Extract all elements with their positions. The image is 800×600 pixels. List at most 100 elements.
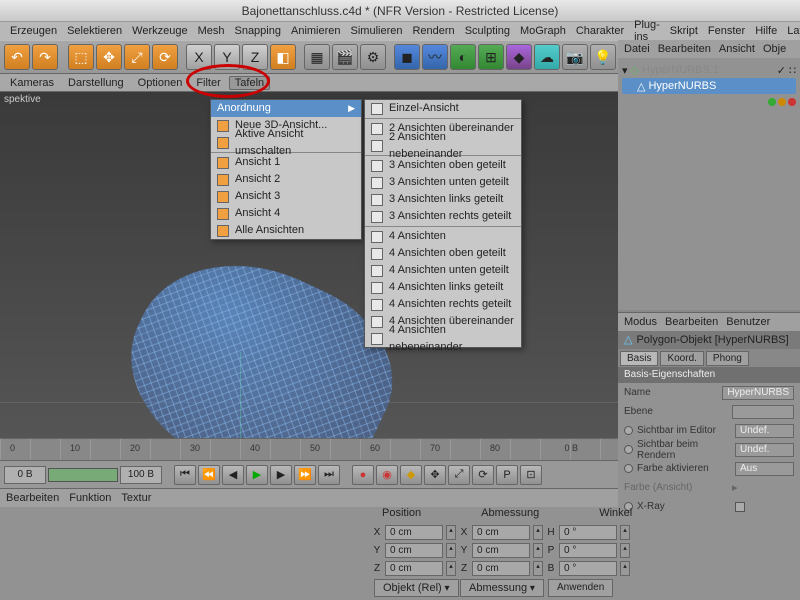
mi-anordnung[interactable]: Anordnung▶ [211,100,361,117]
rotate-tool[interactable]: ⟳ [152,44,178,70]
ap-tab-bearbeiten[interactable]: Bearbeiten [665,316,718,328]
tree-tags[interactable] [622,94,796,110]
pos-x-field[interactable]: 0 cm [385,525,443,540]
next-frame-button[interactable]: ▶ [270,465,292,485]
mi-ansicht4[interactable]: Ansicht 4 [211,205,361,222]
sm-3-rechts[interactable]: 3 Ansichten rechts geteilt [365,208,521,225]
camera-tool[interactable]: 📷 [562,44,588,70]
sm-4-rechts[interactable]: 4 Ansichten rechts geteilt [365,296,521,313]
sm-3-unten[interactable]: 3 Ansichten unten geteilt [365,174,521,191]
axis-z-button[interactable]: Z [242,44,268,70]
tag-green-icon[interactable] [768,98,776,106]
field-ebene[interactable] [732,405,794,419]
key-pla-button[interactable]: ⊡ [520,465,542,485]
timeline-range[interactable] [48,468,118,482]
spinner-icon[interactable]: ▴ [446,525,456,540]
ap-tab-benutzer[interactable]: Benutzer [726,316,770,328]
cb-tab-textur[interactable]: Textur [121,492,151,504]
key-scale-button[interactable]: ⤢ [448,465,470,485]
render-view-button[interactable]: ▦ [304,44,330,70]
tree-row-1[interactable]: △ HyperNURBS [622,78,796,94]
mi-alle-ansichten[interactable]: Alle Ansichten [211,222,361,239]
array-tool[interactable]: ⊞ [478,44,504,70]
cube-primitive[interactable]: ◼ [394,44,420,70]
abmessung-dropdown[interactable]: Abmessung ▾ [460,579,544,597]
om-tab-ansicht[interactable]: Ansicht [719,43,755,55]
ap-tab-modus[interactable]: Modus [624,316,657,328]
menu-erzeugen[interactable]: Erzeugen [6,24,61,38]
menu-simulieren[interactable]: Simulieren [347,24,407,38]
prev-frame-button[interactable]: ◀ [222,465,244,485]
tree-row-0[interactable]: ▾ ◇ HyperNURBS.1 ✓ ∷ [622,62,796,78]
record-button[interactable]: ● [352,465,374,485]
vm-optionen[interactable]: Optionen [132,76,189,90]
cb-tab-funktion[interactable]: Funktion [69,492,111,504]
vm-tafeln[interactable]: Tafeln [229,76,270,90]
key-param-button[interactable]: P [496,465,518,485]
light-tool[interactable]: 💡 [590,44,616,70]
render-settings-button[interactable]: ⚙ [360,44,386,70]
tab-basis[interactable]: Basis [620,351,658,366]
om-tab-datei[interactable]: Datei [624,43,650,55]
anwenden-button[interactable]: Anwenden [548,579,613,597]
select-tool[interactable]: ⬚ [68,44,94,70]
deformer-tool[interactable]: ◆ [506,44,532,70]
menu-sculpting[interactable]: Sculpting [461,24,514,38]
size-z-field[interactable]: 0 cm [472,561,530,576]
expand-icon[interactable]: ▾ [622,64,628,77]
key-pos-button[interactable]: ✥ [424,465,446,485]
radio-render[interactable] [624,445,633,454]
menu-selektieren[interactable]: Selektieren [63,24,126,38]
size-y-field[interactable]: 0 cm [472,543,530,558]
environment-tool[interactable]: ☁ [534,44,560,70]
mi-ansicht3[interactable]: Ansicht 3 [211,188,361,205]
undo-button[interactable]: ↶ [4,44,30,70]
om-tab-obje[interactable]: Obje [763,43,786,55]
sm-4-unten[interactable]: 4 Ansichten unten geteilt [365,262,521,279]
pos-z-field[interactable]: 0 cm [385,561,443,576]
sm-4-oben[interactable]: 4 Ansichten oben geteilt [365,245,521,262]
render-button[interactable]: 🎬 [332,44,358,70]
rot-h-field[interactable]: 0 ° [559,525,617,540]
sm-3-oben[interactable]: 3 Ansichten oben geteilt [365,157,521,174]
radio-editor[interactable] [624,426,633,435]
menu-werkzeuge[interactable]: Werkzeuge [128,24,191,38]
move-tool[interactable]: ✥ [96,44,122,70]
mi-aktive-umschalten[interactable]: Aktive Ansicht umschalten [211,134,361,151]
vm-filter[interactable]: Filter [190,76,226,90]
spline-tool[interactable]: 〰 [422,44,448,70]
autokey-button[interactable]: ◉ [376,465,398,485]
goto-start-button[interactable]: ⏮ [174,465,196,485]
tab-koord[interactable]: Koord. [660,351,703,366]
objekt-rel-dropdown[interactable]: Objekt (Rel) ▾ [374,579,459,597]
field-sicht-render[interactable]: Undef. [735,443,794,457]
menu-fenster[interactable]: Fenster [704,24,749,38]
menu-lay[interactable]: Lay [783,24,800,38]
sm-4-neben[interactable]: 4 Ansichten nebeneinander [365,330,521,347]
radio-farbe[interactable] [624,464,633,473]
cb-tab-bearbeiten[interactable]: Bearbeiten [6,492,59,504]
redo-button[interactable]: ↷ [32,44,58,70]
field-sicht-editor[interactable]: Undef. [735,424,794,438]
coord-button[interactable]: ◧ [270,44,296,70]
timeline[interactable]: 0 10 20 30 40 50 60 70 80 0 B [0,438,618,460]
prev-key-button[interactable]: ⏪ [198,465,220,485]
rot-p-field[interactable]: 0 ° [559,543,617,558]
pos-y-field[interactable]: 0 cm [385,543,443,558]
check-xray[interactable] [735,502,745,512]
rot-b-field[interactable]: 0 ° [559,561,617,576]
menu-snapping[interactable]: Snapping [230,24,285,38]
menu-skript[interactable]: Skript [666,24,702,38]
mi-ansicht2[interactable]: Ansicht 2 [211,171,361,188]
tag-red-icon[interactable] [788,98,796,106]
sm-2-neben[interactable]: 2 Ansichten nebeneinander [365,137,521,154]
tag-orange-icon[interactable] [778,98,786,106]
axis-x-button[interactable]: X [186,44,212,70]
menu-animieren[interactable]: Animieren [287,24,345,38]
sm-einzel[interactable]: Einzel-Ansicht [365,100,521,117]
scale-tool[interactable]: ⤢ [124,44,150,70]
nurbs-tool[interactable]: ◐ [450,44,476,70]
sm-4[interactable]: 4 Ansichten [365,228,521,245]
key-rot-button[interactable]: ⟳ [472,465,494,485]
om-tab-bearbeiten[interactable]: Bearbeiten [658,43,711,55]
